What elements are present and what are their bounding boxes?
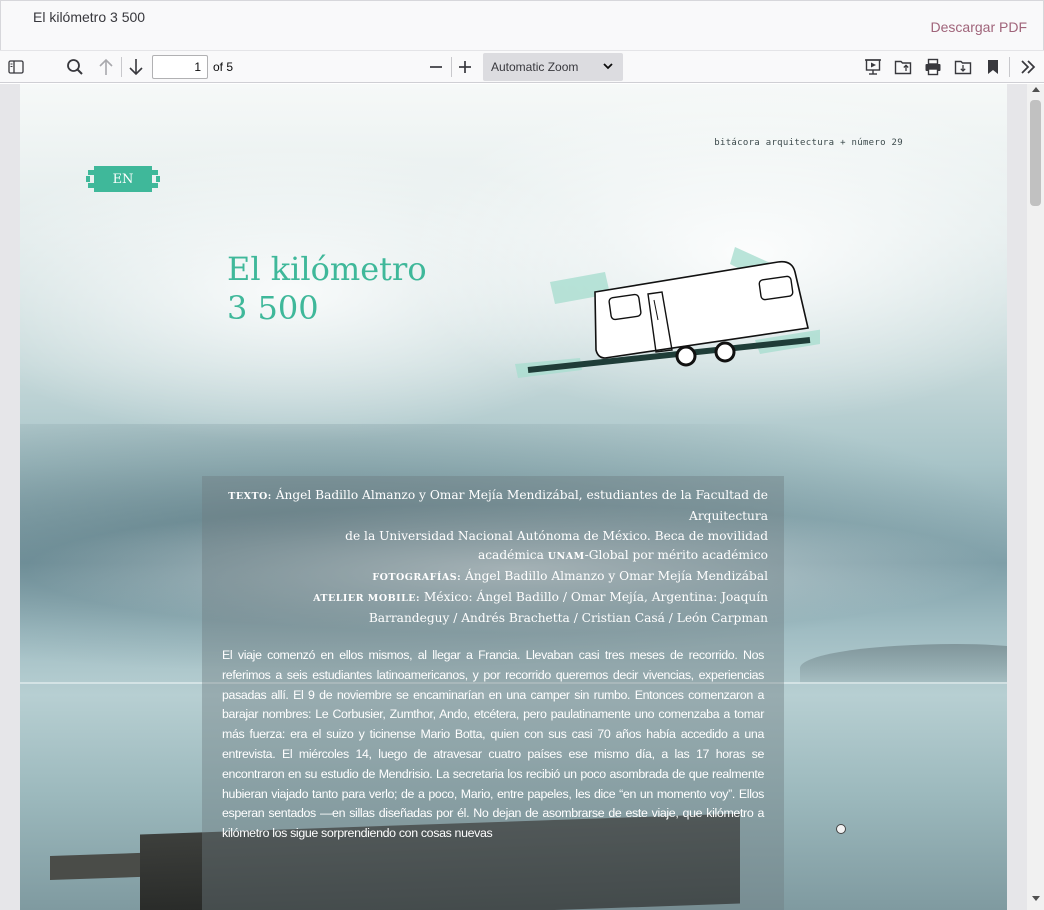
camper-illustration-icon: [515, 247, 820, 378]
zoom-out-icon: [430, 66, 442, 68]
zoom-select-value: Automatic Zoom: [491, 60, 579, 74]
triangle-down-icon: [1031, 896, 1040, 901]
document-header: El kilómetro 3 500 Descargar PDF: [0, 0, 1044, 50]
credit-key-atelier: atelier mobile:: [313, 592, 420, 604]
credit-atelier-line: México: Ángel Badillo / Omar Mejía, Arge…: [423, 589, 768, 604]
page-count-label: of 5: [213, 60, 234, 74]
sidebar-toggle-button[interactable]: [3, 54, 29, 80]
journal-header: bitácora arquitectura + número 29: [714, 138, 903, 148]
toolbar-separator: [1009, 57, 1010, 77]
previous-page-button[interactable]: [93, 54, 119, 80]
zoom-out-button[interactable]: [423, 54, 449, 80]
toolbar-separator: [121, 57, 122, 77]
credit-texto-line: Ángel Badillo Almanzo y Omar Mejía Mendi…: [275, 488, 768, 523]
tools-icon: [1021, 60, 1036, 74]
buoy-photo: [836, 824, 846, 834]
bookmark-button[interactable]: [980, 54, 1006, 80]
download-pdf-link[interactable]: Descargar PDF: [931, 19, 1027, 35]
credit-texto-line: -Global por mérito académico: [584, 548, 768, 563]
article-title: El kilómetro 3 500: [227, 250, 427, 328]
find-button[interactable]: [62, 54, 88, 80]
open-file-icon: [894, 60, 912, 75]
language-badge-label: EN: [112, 171, 134, 187]
print-button[interactable]: [920, 54, 946, 80]
chevron-down-icon: [603, 63, 613, 70]
scrollbar-thumb[interactable]: [1030, 100, 1041, 206]
article-title-line: 3 500: [227, 289, 319, 327]
open-file-button[interactable]: [890, 54, 916, 80]
article-title-line: El kilómetro: [227, 250, 427, 288]
next-page-icon: [129, 59, 143, 76]
search-icon: [67, 59, 83, 75]
credit-atelier-line: Barrandeguy / Andrés Brachetta / Cristia…: [368, 610, 768, 625]
credit-key-fotografias: fotografías:: [372, 572, 462, 584]
credit-texto-line: de la Universidad Nacional Autónoma de M…: [345, 528, 768, 543]
page-number-input[interactable]: [152, 55, 208, 79]
vertical-scrollbar[interactable]: [1027, 84, 1044, 910]
zoom-in-button[interactable]: [452, 54, 478, 80]
article-body: El viaje comenzó en ellos mismos, al lle…: [222, 648, 764, 841]
save-icon: [954, 60, 972, 75]
pdf-page: bitácora arquitectura + número 29 EN El …: [20, 84, 1007, 910]
credit-texto-line: académica: [477, 548, 544, 563]
tools-button[interactable]: [1015, 54, 1041, 80]
article-credits: texto: Ángel Badillo Almanzo y Omar Mejí…: [218, 486, 768, 629]
presentation-mode-icon: [865, 59, 881, 75]
presentation-mode-button[interactable]: [860, 54, 886, 80]
zoom-select[interactable]: Automatic Zoom: [483, 53, 623, 81]
zoom-in-icon: [459, 61, 471, 73]
bookmark-icon: [988, 60, 998, 74]
triangle-up-icon: [1031, 87, 1040, 92]
scroll-down-button[interactable]: [1027, 896, 1044, 908]
pdf-toolbar: of 5 Automatic Zoom: [0, 50, 1044, 83]
credit-unam: unam: [547, 551, 585, 563]
language-badge: EN: [86, 164, 160, 194]
save-button[interactable]: [950, 54, 976, 80]
next-page-button[interactable]: [123, 54, 149, 80]
pdf-viewer[interactable]: bitácora arquitectura + número 29 EN El …: [0, 84, 1044, 910]
sidebar-toggle-icon: [8, 60, 24, 74]
scroll-up-button[interactable]: [1027, 86, 1044, 98]
document-title: El kilómetro 3 500: [33, 9, 146, 25]
credit-fotos-value: Ángel Badillo Almanzo y Omar Mejía Mendi…: [464, 569, 768, 584]
previous-page-icon: [99, 58, 113, 75]
print-icon: [925, 58, 941, 76]
credit-key-texto: texto:: [228, 491, 272, 502]
